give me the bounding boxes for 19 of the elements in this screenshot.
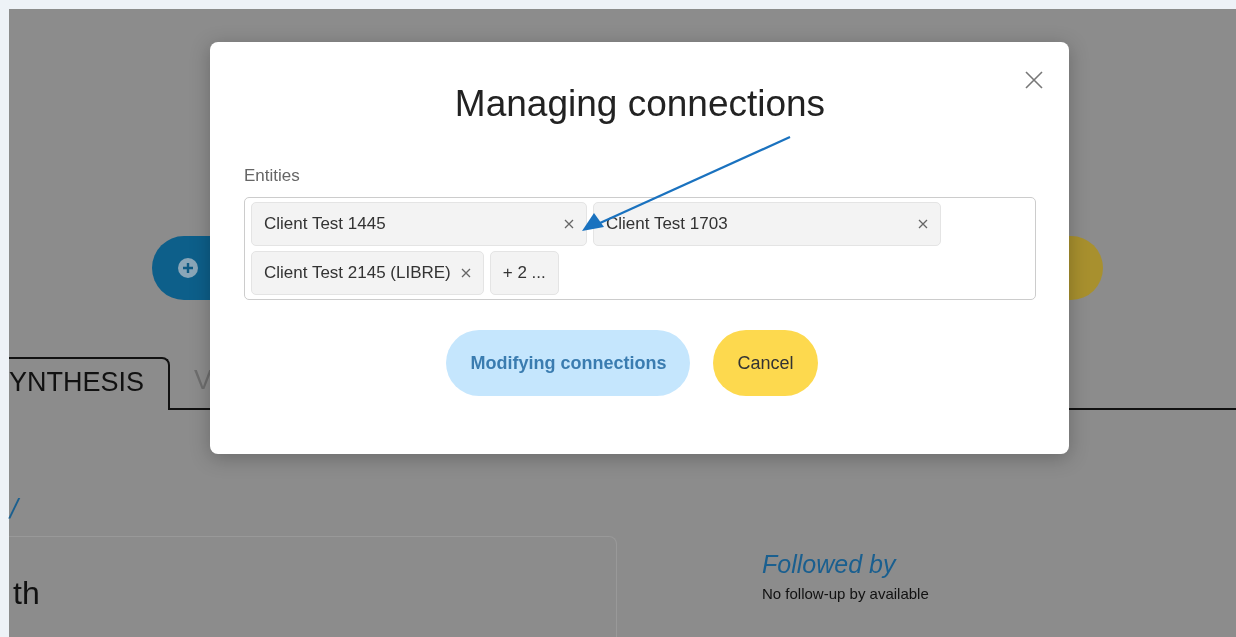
followed-by-text: No follow-up by available [762,585,929,602]
section-mark: / [9,494,21,522]
card-heading: th [13,575,40,611]
close-icon [1025,71,1043,89]
remove-icon[interactable] [564,219,574,229]
tab[interactable]: YNTHESIS [9,357,171,410]
field-label: Entities [244,166,301,186]
tag-label: Client Test 2145 (LIBRE) [264,263,451,283]
entities-field[interactable]: Client Test 1445 Client Test 1703 Client Test 2145 (LIBRE) + 2 ... [244,197,1036,300]
followed-by-heading: Followed by [762,550,898,579]
remove-icon[interactable] [918,219,928,229]
tag-label: Client Test 1703 [606,214,728,234]
close-button[interactable] [1025,71,1043,89]
tag-label: Client Test 1445 [264,214,386,234]
remove-icon[interactable] [460,268,471,278]
dialog-title: Managing connections [453,82,827,126]
more-tag[interactable]: + 2 ... [489,251,559,295]
plus-circle-icon [178,258,198,278]
cancel-button[interactable]: Cancel [713,330,818,396]
